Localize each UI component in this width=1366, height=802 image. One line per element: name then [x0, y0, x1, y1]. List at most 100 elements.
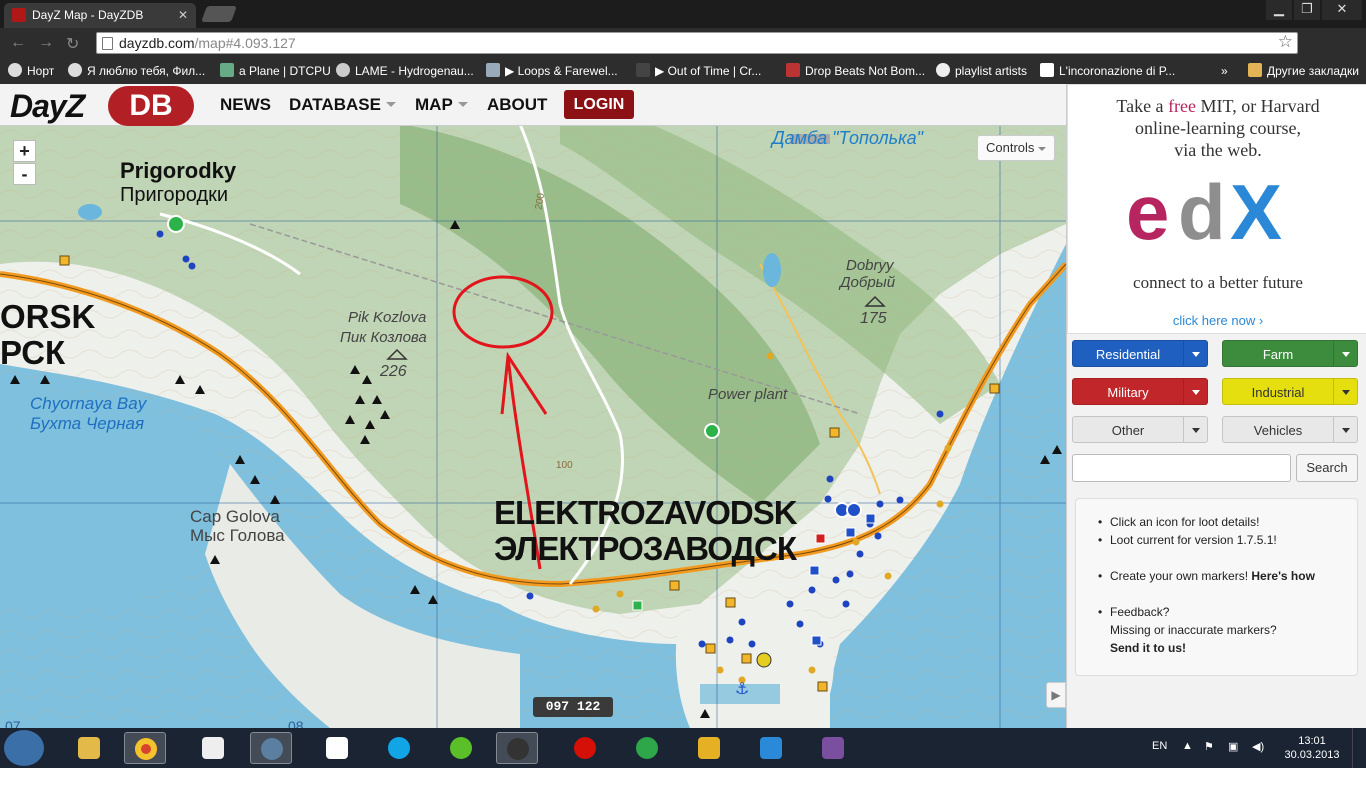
other-bookmarks-folder[interactable]: Другие закладки [1248, 63, 1359, 79]
bookmark-item[interactable]: L'incoronazione di P... [1040, 63, 1175, 79]
lastfm-taskbar-icon[interactable] [564, 732, 606, 764]
map-label-orsk: ORSK [0, 298, 96, 335]
dropbox-taskbar-icon[interactable] [750, 732, 792, 764]
map-label-elektro: ELEKTROZAVODSK [494, 494, 798, 531]
send-feedback-link[interactable]: Send it to us! [1110, 641, 1186, 655]
page-info-icon[interactable] [102, 37, 113, 50]
skype-taskbar-icon[interactable] [378, 732, 420, 764]
app-taskbar-icon[interactable] [316, 732, 358, 764]
bookmark-item[interactable]: Drop Beats Not Bom... [786, 63, 925, 79]
chevron-down-icon[interactable] [1183, 379, 1207, 404]
reload-icon[interactable]: ↻ [66, 34, 79, 54]
map-label-pik: Pik Kozlova [348, 309, 427, 326]
login-button[interactable]: LOGIN [564, 90, 634, 119]
edx-advertisement[interactable]: Take a free MIT, or Harvard online-learn… [1067, 84, 1366, 334]
chevron-down-icon[interactable] [1333, 341, 1357, 366]
search-button[interactable]: Search [1296, 454, 1358, 482]
info-box: Click an icon for loot details! Loot cur… [1075, 498, 1358, 676]
expand-panel-button[interactable]: ▶ [1046, 682, 1066, 708]
ad-click-here-link[interactable]: click here now › [1068, 313, 1366, 328]
svg-text:X: X [1230, 171, 1282, 256]
nav-map[interactable]: MAP [415, 95, 468, 115]
language-indicator[interactable]: EN [1152, 740, 1167, 752]
explorer-taskbar-icon[interactable] [68, 732, 110, 764]
map-label-cap: Cap Golova [190, 507, 280, 526]
bookmarks-overflow-icon[interactable]: » [1221, 63, 1228, 79]
edx-logo: e d X e d X [1126, 171, 1282, 259]
voice-taskbar-icon[interactable] [250, 732, 292, 764]
zoom-out-button[interactable]: - [13, 163, 36, 185]
nav-about[interactable]: ABOUT [487, 95, 547, 115]
steam-taskbar-icon[interactable] [496, 732, 538, 764]
bookmark-item[interactable]: LAME - Hydrogenau... [336, 63, 474, 79]
bookmark-item[interactable]: a Plane | DTCPU [220, 63, 331, 79]
filter-other-button[interactable]: Other [1072, 416, 1208, 443]
nav-database[interactable]: DATABASE [289, 95, 396, 115]
foobar-taskbar-icon[interactable] [192, 732, 234, 764]
address-bar[interactable]: dayzdb.com/map#4.093.127 ☆ [96, 32, 1298, 54]
windows-taskbar: EN ▲ ⚑ ▣ ◀) 13:01 30.03.2013 [0, 728, 1366, 768]
chrome-taskbar-icon[interactable] [124, 732, 166, 764]
fs-taskbar-icon[interactable] [812, 732, 854, 764]
map-label-prigorodky: Prigorodky [120, 158, 237, 183]
filter-industrial-button[interactable]: Industrial [1222, 378, 1358, 405]
controls-dropdown[interactable]: Controls [977, 135, 1055, 161]
filter-vehicles-button[interactable]: Vehicles [1222, 416, 1358, 443]
nav-news[interactable]: NEWS [220, 95, 271, 115]
butterfly-taskbar-icon[interactable] [688, 732, 730, 764]
utorrent-taskbar-icon[interactable] [626, 732, 668, 764]
browser-tab[interactable]: DayZ Map - DayZDB ✕ [4, 3, 196, 28]
map-label-prigorodky-ru: Пригородки [120, 184, 229, 206]
site-header: DayZ DB NEWS DATABASE MAP ABOUT LOGIN [0, 84, 1066, 126]
heres-how-link[interactable]: Here's how [1251, 569, 1315, 583]
filter-military-button[interactable]: Military [1072, 378, 1208, 405]
start-button[interactable] [4, 730, 44, 766]
map-label-pik-height: 226 [380, 363, 407, 380]
minimize-icon[interactable]: ▁ [1266, 0, 1292, 20]
map-canvas[interactable]: ⚓ Prigorodky Пригородки Дамба "Тополька"… [0, 84, 1066, 728]
info-item: Feedback?Missing or inaccurate markers?S… [1076, 603, 1359, 657]
search-input[interactable] [1072, 454, 1291, 482]
icq-taskbar-icon[interactable] [440, 732, 482, 764]
chevron-down-icon [1038, 147, 1046, 151]
bookmark-item[interactable]: playlist artists [936, 63, 1027, 79]
maximize-icon[interactable]: ❐ [1294, 0, 1320, 20]
info-item: Create your own markers! Here's how [1076, 567, 1359, 585]
bookmark-star-icon[interactable]: ☆ [1278, 32, 1293, 52]
new-tab-button[interactable] [201, 6, 237, 22]
back-arrow-icon[interactable]: ← [10, 34, 26, 52]
clock[interactable]: 13:01 30.03.2013 [1282, 734, 1342, 762]
svg-text:⚓: ⚓ [735, 679, 749, 698]
network-icon[interactable]: ▣ [1228, 740, 1238, 753]
dayzdb-favicon-icon [12, 8, 26, 22]
filter-residential-button[interactable]: Residential [1072, 340, 1208, 367]
tray-expand-icon[interactable]: ▲ [1182, 740, 1193, 752]
zoom-in-button[interactable]: + [13, 140, 36, 162]
svg-text:e: e [1126, 171, 1169, 256]
info-item: Loot current for version 1.7.5.1! [1076, 531, 1359, 549]
close-window-icon[interactable]: ✕ [1322, 0, 1362, 20]
svg-text:d: d [1178, 250, 1226, 259]
chevron-down-icon[interactable] [1183, 417, 1207, 442]
chevron-down-icon[interactable] [1183, 341, 1207, 366]
volume-icon[interactable]: ◀) [1252, 740, 1264, 753]
map-label-bay: Chyornaya Bay [30, 394, 147, 413]
action-center-icon[interactable]: ⚑ [1204, 740, 1214, 753]
bookmark-item[interactable]: Норт [8, 63, 54, 79]
dayzdb-logo[interactable]: DayZ DB [10, 86, 195, 126]
chevron-down-icon[interactable] [1333, 379, 1357, 404]
chevron-down-icon [385, 102, 396, 107]
coordinate-readout: 097 122 [533, 697, 613, 717]
bookmark-item[interactable]: ▶ Out of Time | Cr... [636, 63, 761, 79]
show-desktop-button[interactable] [1352, 728, 1366, 768]
map-label-dobryy-height: 175 [860, 310, 887, 327]
forward-arrow-icon[interactable]: → [38, 34, 54, 52]
tab-close-icon[interactable]: ✕ [178, 3, 188, 28]
filter-farm-button[interactable]: Farm [1222, 340, 1358, 367]
bookmark-item[interactable]: Я люблю тебя, Фил... [68, 63, 205, 79]
bookmark-item[interactable]: ▶ Loops & Farewel... [486, 63, 618, 79]
chevron-down-icon[interactable] [1333, 417, 1357, 442]
grid-label: 07 [5, 718, 21, 728]
tab-title: DayZ Map - DayZDB [32, 8, 144, 22]
svg-text:X: X [1230, 250, 1282, 259]
